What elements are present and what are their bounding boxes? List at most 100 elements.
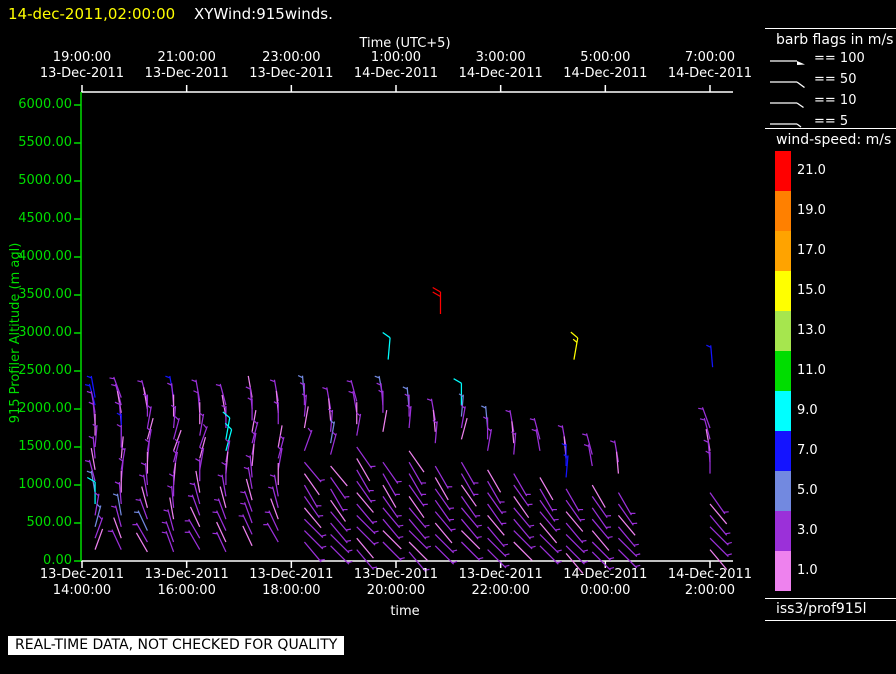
bottom-x-tick-label: 13-Dec-2011 16:00:00	[144, 567, 229, 598]
wind-barb	[356, 514, 376, 535]
wind-barb-tick	[345, 539, 352, 542]
wind-barb	[513, 530, 533, 550]
wind-barb	[434, 421, 438, 444]
title-app-name: XYWind:915winds.	[194, 5, 333, 23]
colorbar-value: 21.0	[797, 163, 826, 178]
top-x-tick-label: 21:00:00 13-Dec-2011	[144, 50, 229, 81]
wind-barb	[513, 432, 517, 455]
wind-barb-tick	[373, 530, 379, 533]
wind-barb	[709, 514, 728, 536]
wind-barb	[487, 537, 507, 558]
wind-barb	[356, 469, 371, 493]
colorbar-value: 1.0	[797, 563, 818, 578]
wind-barb-tick	[450, 528, 456, 531]
wind-barb-tick	[240, 502, 246, 505]
wind-barb	[303, 461, 322, 483]
y-axis-tick-label: 6000.00	[18, 97, 72, 112]
wind-barb	[591, 507, 608, 530]
wind-barb-tick	[321, 534, 327, 537]
wind-barb-tick	[347, 549, 353, 552]
wind-barb-tick	[168, 473, 174, 477]
wind-barb	[216, 521, 227, 543]
wind-barb-tick	[319, 558, 325, 561]
wind-barb	[430, 398, 436, 421]
wind-barb	[460, 473, 475, 497]
wind-barb-tick	[373, 541, 379, 545]
wind-barb-tick	[398, 536, 404, 539]
wind-barb-tick	[319, 479, 325, 482]
wind-barb	[408, 496, 425, 519]
wind-barb-tick	[307, 427, 312, 433]
wind-barb	[382, 518, 401, 540]
wind-barb	[539, 488, 554, 512]
wind-barb	[216, 531, 227, 553]
colorbar-value: 19.0	[797, 203, 826, 218]
wind-barb-tick	[476, 524, 482, 527]
wind-barb-tick	[109, 377, 115, 380]
wind-barb	[408, 518, 427, 540]
legend-separator-mid	[765, 128, 896, 129]
top-x-tick-label: 3:00:00 14-Dec-2011	[458, 50, 543, 81]
colorbar-value: 7.0	[797, 443, 818, 458]
wind-barb-tick	[726, 553, 732, 556]
wind-barb	[591, 484, 606, 508]
wind-barb-tick	[725, 532, 731, 535]
barb-legend-row: == 50	[768, 69, 856, 89]
top-x-tick-label: 7:00:00 14-Dec-2011	[667, 50, 753, 81]
colorbar-swatch	[775, 191, 791, 231]
wind-barb-tick	[135, 498, 141, 501]
colorbar-swatch	[775, 511, 791, 551]
wind-barb	[382, 461, 399, 484]
colorbar-title: wind-speed: m/s	[776, 132, 892, 148]
wind-barb-tick	[502, 543, 509, 546]
wind-barb-tick	[161, 521, 167, 524]
wind-barb	[249, 455, 253, 478]
wind-barb	[460, 496, 477, 519]
wind-barb	[434, 533, 455, 554]
wind-barb	[408, 541, 428, 561]
wind-barb	[487, 503, 504, 526]
wind-barb	[539, 533, 559, 554]
wind-barb-tick	[240, 491, 246, 494]
wind-barb	[487, 469, 502, 493]
wind-barb-tick	[321, 545, 327, 549]
wind-barb	[382, 484, 397, 508]
y-axis-tick-label: 0.00	[43, 553, 72, 568]
wind-barb	[135, 532, 148, 553]
pennant-icon	[770, 60, 805, 65]
wind-barb	[617, 537, 638, 558]
wind-barb-tick	[424, 536, 430, 539]
wind-barb	[565, 488, 580, 512]
y-axis-tick-label: 5500.00	[18, 135, 72, 150]
wind-barb	[617, 549, 638, 569]
wind-barb	[303, 518, 324, 539]
wind-barb-tick	[98, 515, 103, 520]
top-x-tick-label: 19:00:00 13-Dec-2011	[39, 50, 125, 81]
wind-barb-tick	[382, 332, 391, 339]
wind-barb-tick	[432, 291, 441, 298]
wind-barb-tick	[478, 557, 484, 560]
y-axis-tick-label: 3000.00	[18, 325, 72, 340]
colorbar-swatch	[775, 551, 791, 591]
wind-barb	[356, 503, 374, 525]
y-axis-tick-label: 2500.00	[18, 363, 72, 378]
y-axis-tick-label: 4500.00	[18, 211, 72, 226]
bottom-x-tick-label: 13-Dec-2011 18:00:00	[249, 567, 334, 598]
colorbar-value: 15.0	[797, 283, 826, 298]
y-axis-tick-label: 1000.00	[18, 477, 72, 492]
wind-barb	[188, 530, 201, 550]
y-axis-tick-label: 4000.00	[18, 249, 72, 264]
wind-barb-tick	[187, 495, 194, 498]
wind-barb	[709, 492, 726, 515]
top-x-tick-label: 1:00:00 14-Dec-2011	[353, 50, 439, 81]
top-axis-title: Time (UTC+5)	[359, 36, 451, 51]
wind-barb	[356, 446, 373, 469]
wind-barb	[330, 522, 348, 544]
wind-barb-tick	[529, 524, 535, 527]
wind-barb-tick	[372, 520, 378, 523]
wind-barb	[460, 461, 475, 486]
barb-legend-row: == 10	[768, 90, 856, 110]
wind-barb-tick	[607, 536, 613, 539]
wind-barb-tick	[432, 286, 441, 293]
wind-barb	[195, 379, 201, 402]
